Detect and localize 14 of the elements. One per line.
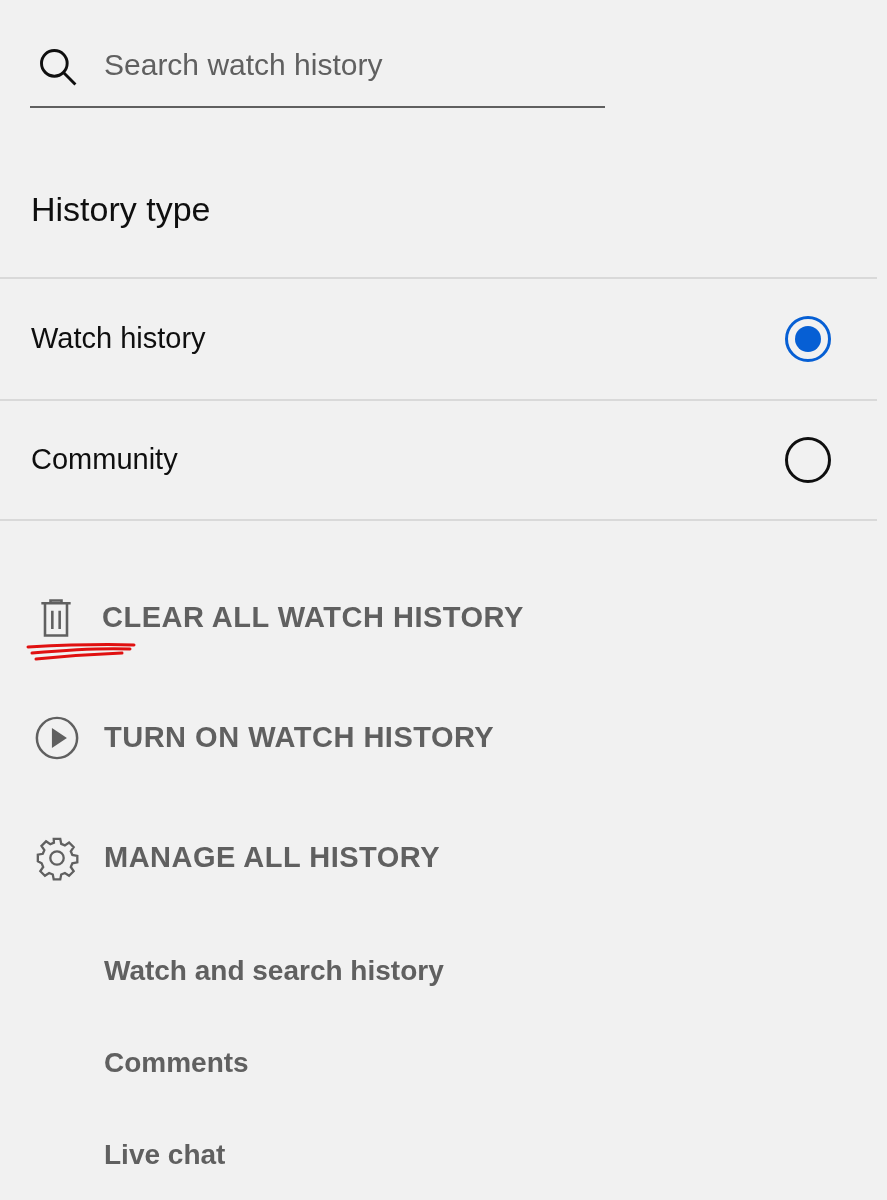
option-label: Watch history: [31, 321, 206, 357]
action-button[interactable]: CLEAR ALL WATCH HISTORY: [26, 595, 887, 663]
play-icon: [34, 715, 80, 761]
history-link[interactable]: Live chat: [104, 1135, 887, 1175]
history-link[interactable]: Comments: [104, 1043, 887, 1083]
history-link[interactable]: Watch and search history: [104, 951, 887, 991]
action-button[interactable]: TURN ON WATCH HISTORY: [26, 715, 887, 761]
gear-icon: [34, 835, 80, 881]
search-field[interactable]: Search watch history: [104, 41, 544, 93]
section-title: History type: [31, 189, 212, 230]
action-button[interactable]: MANAGE ALL HISTORY: [26, 835, 887, 881]
option-label: Community: [31, 442, 178, 478]
radio-button[interactable]: [785, 437, 831, 483]
radio-button[interactable]: [785, 316, 831, 362]
